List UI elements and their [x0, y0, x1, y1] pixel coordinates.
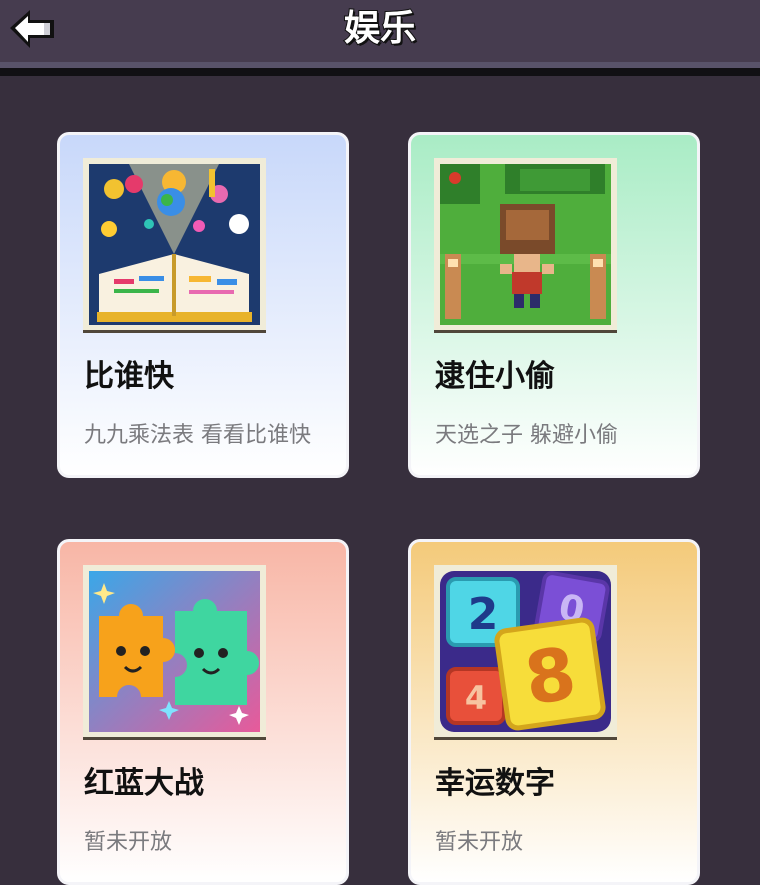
game-thumbnail: 2 0 4 8 — [434, 565, 617, 740]
game-thumbnail — [83, 565, 266, 740]
open-book-icon — [89, 164, 260, 325]
game-title: 红蓝大战 — [84, 766, 204, 801]
header-shadow — [0, 68, 760, 76]
puzzle-pieces-icon — [89, 571, 260, 732]
game-thumbnail — [83, 158, 266, 333]
game-title: 幸运数字 — [435, 766, 555, 801]
game-card-daizhuxiaotou[interactable]: 逮住小偷 天选之子 躲避小偷 — [408, 132, 700, 478]
game-description: 九九乘法表 看看比谁快 — [84, 423, 311, 448]
game-title: 比谁快 — [84, 359, 174, 394]
game-description: 暂未开放 — [84, 830, 173, 855]
game-card-honglandazhan[interactable]: 红蓝大战 暂未开放 — [57, 539, 349, 885]
pixel-thief-scene-icon — [440, 164, 611, 325]
number-tiles-icon: 2 0 4 8 — [440, 571, 611, 732]
game-card-bishuikuai[interactable]: 比谁快 九九乘法表 看看比谁快 — [57, 132, 349, 478]
game-title: 逮住小偷 — [435, 359, 555, 394]
svg-text:2: 2 — [468, 589, 499, 640]
game-card-xingyunshuzi[interactable]: 2 0 4 8 幸运数字 暂未开放 — [408, 539, 700, 885]
page-title: 娱乐 — [343, 7, 417, 50]
game-description: 天选之子 躲避小偷 — [435, 423, 618, 448]
game-description: 暂未开放 — [435, 830, 524, 855]
svg-text:4: 4 — [465, 679, 487, 717]
game-thumbnail — [434, 158, 617, 333]
